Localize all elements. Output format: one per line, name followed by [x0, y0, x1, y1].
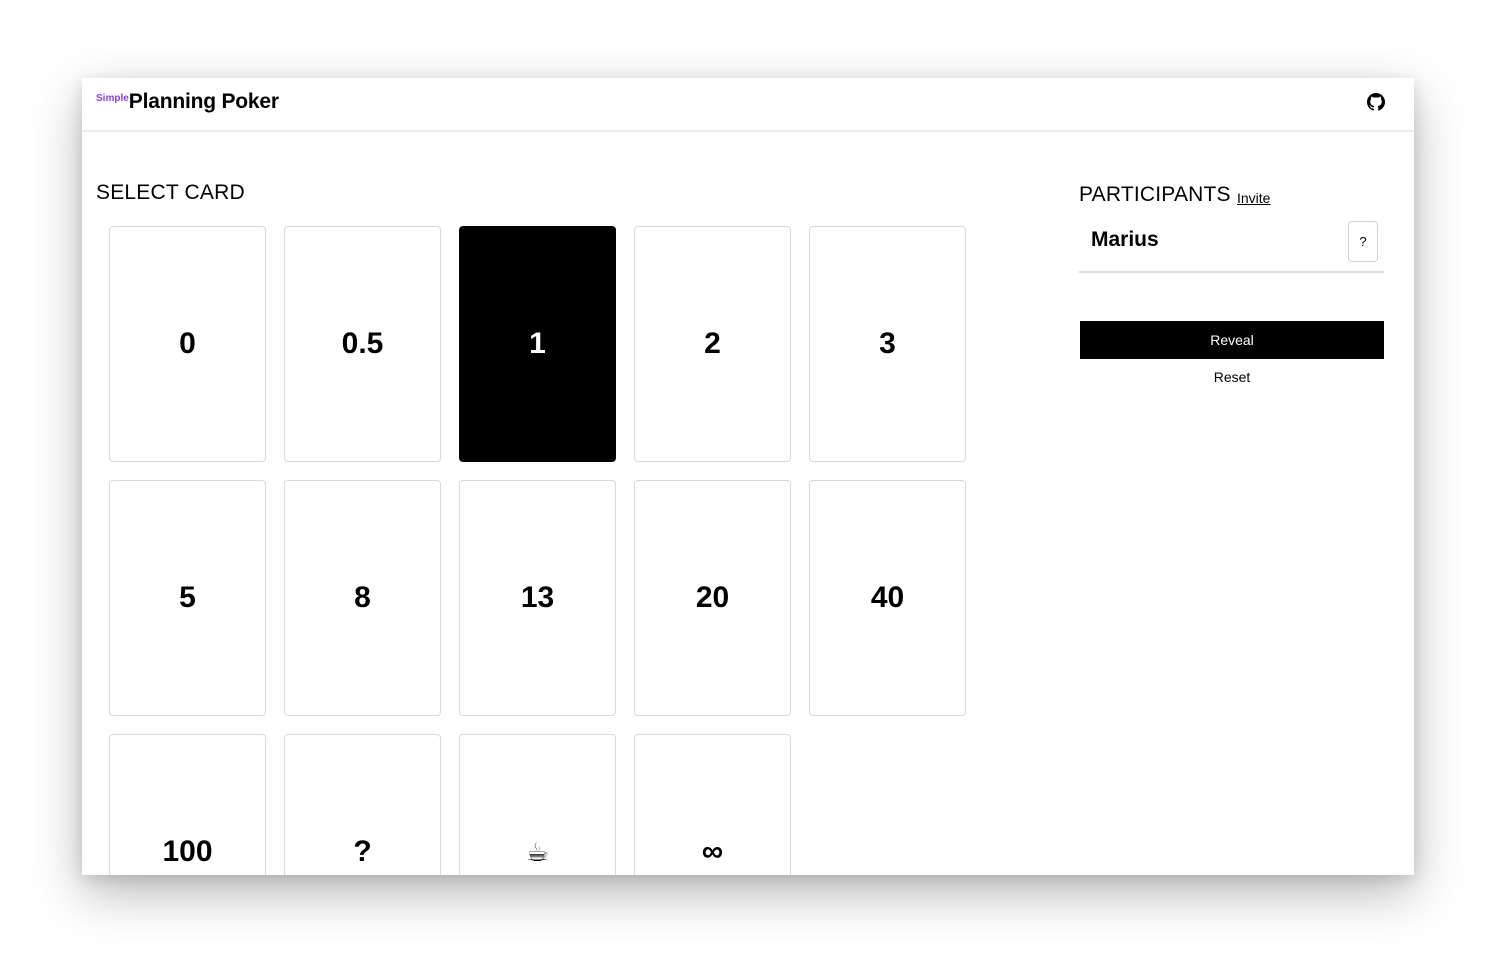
- app-window: Simple Planning Poker SELECT CARD 0 0.5 1 2…: [82, 78, 1414, 875]
- card-value: 13: [520, 581, 555, 614]
- card-1[interactable]: 0.5: [284, 226, 441, 462]
- card-value: 5: [179, 581, 196, 614]
- card-7[interactable]: 13: [459, 480, 616, 716]
- card-6[interactable]: 8: [284, 480, 441, 716]
- card-value: 40: [870, 581, 905, 614]
- card-2[interactable]: 1: [459, 226, 616, 462]
- card-value: 8: [354, 581, 371, 614]
- brand-logo[interactable]: Simple Planning Poker: [96, 90, 279, 114]
- card-value: ?: [353, 835, 372, 868]
- card-0[interactable]: 0: [109, 226, 266, 462]
- github-icon[interactable]: [1367, 93, 1385, 111]
- invite-link[interactable]: Invite: [1237, 190, 1270, 206]
- card-value: ☕: [525, 837, 550, 867]
- card-9[interactable]: 40: [809, 480, 966, 716]
- card-value: 0: [179, 327, 196, 360]
- card-value: 0.5: [341, 327, 384, 360]
- card-10[interactable]: 100: [109, 734, 266, 875]
- brand-title: Planning Poker: [128, 90, 279, 113]
- card-value: 20: [695, 581, 730, 614]
- select-card-title: SELECT CARD: [96, 181, 245, 204]
- card-value: 3: [879, 327, 896, 360]
- participant-name: Marius: [1091, 228, 1159, 251]
- card-12[interactable]: ☕: [459, 734, 616, 875]
- card-value: 1: [529, 327, 546, 360]
- card-value: 2: [704, 327, 721, 360]
- brand-prefix: Simple: [96, 93, 129, 104]
- participants-title: PARTICIPANTS: [1079, 183, 1231, 206]
- card-8[interactable]: 20: [634, 480, 791, 716]
- card-value: ∞: [701, 835, 724, 868]
- card-13[interactable]: ∞: [634, 734, 791, 875]
- card-4[interactable]: 3: [809, 226, 966, 462]
- participant-row: Marius ?: [1079, 220, 1384, 273]
- card-5[interactable]: 5: [109, 480, 266, 716]
- reset-button[interactable]: Reset: [1080, 365, 1384, 389]
- card-11[interactable]: ?: [284, 734, 441, 875]
- participant-vote-badge: ?: [1348, 221, 1378, 262]
- top-bar: Simple Planning Poker: [82, 78, 1414, 132]
- reveal-button[interactable]: Reveal: [1080, 321, 1384, 359]
- card-value: 100: [162, 835, 213, 868]
- card-3[interactable]: 2: [634, 226, 791, 462]
